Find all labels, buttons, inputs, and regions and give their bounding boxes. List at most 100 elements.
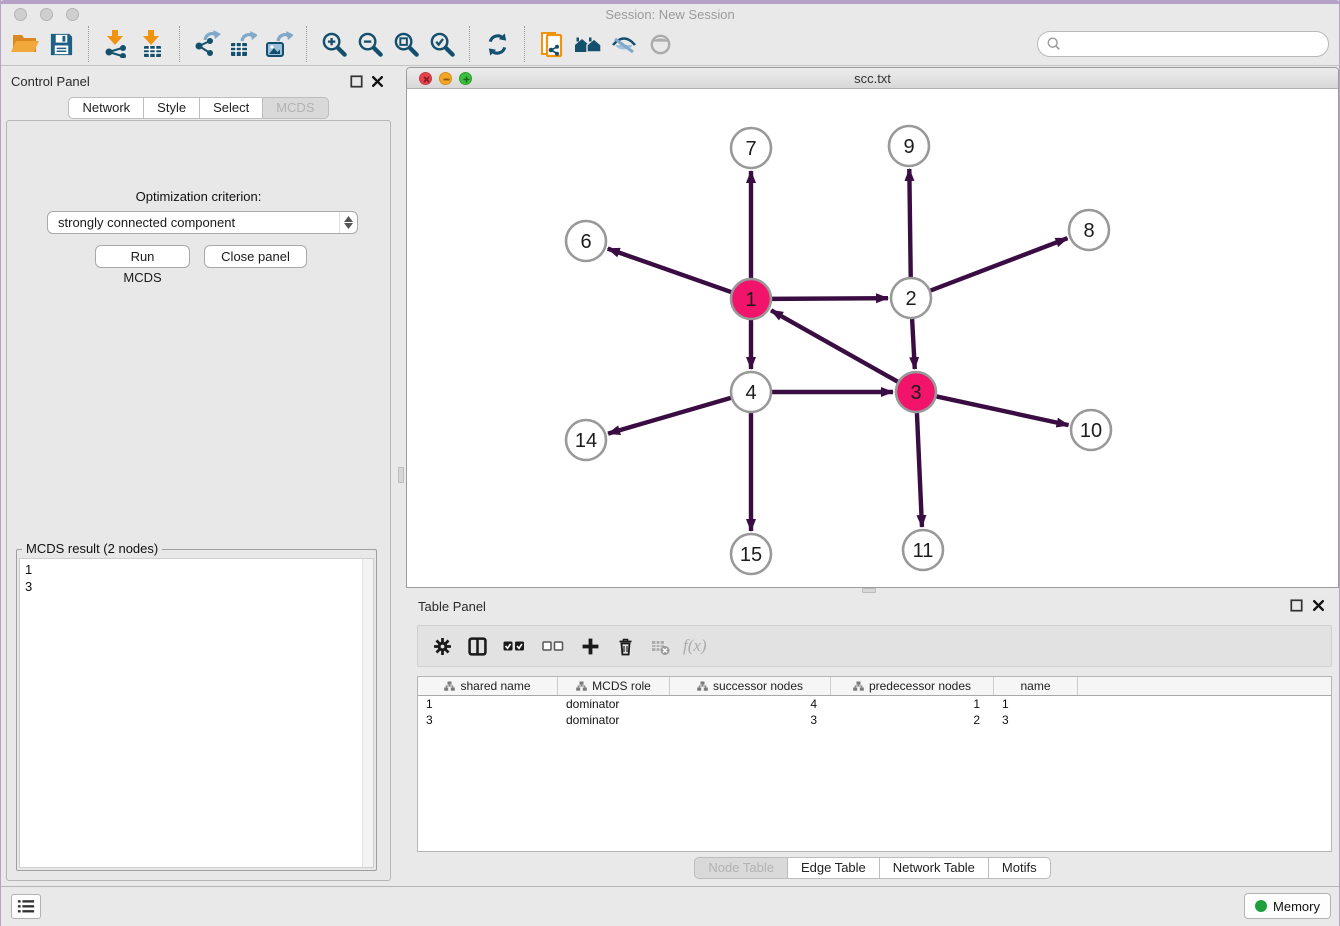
- table-cell[interactable]: dominator: [558, 712, 670, 728]
- graph-edge-2-8[interactable]: [931, 238, 1068, 290]
- graph-edge-3-11[interactable]: [917, 413, 922, 527]
- import-table-icon[interactable]: [134, 25, 170, 63]
- settings-gear-icon[interactable]: [428, 632, 456, 660]
- divider-grip[interactable]: [398, 467, 404, 483]
- toolbar-separator: [179, 26, 180, 62]
- select-all-columns-icon[interactable]: [498, 632, 530, 660]
- table-cell[interactable]: 3: [670, 712, 831, 728]
- save-session-icon[interactable]: [43, 25, 79, 63]
- control-panel: Control Panel NetworkStyleSelectMCDS Opt…: [1, 67, 396, 886]
- home-icon[interactable]: [570, 25, 606, 63]
- memory-button[interactable]: Memory: [1244, 893, 1331, 919]
- graph-edge-1-6[interactable]: [608, 249, 731, 292]
- export-network-icon[interactable]: [189, 25, 225, 63]
- graph-node-label: 11: [913, 540, 934, 562]
- tab-network[interactable]: Network: [68, 97, 144, 119]
- tab-network-table[interactable]: Network Table: [880, 857, 989, 879]
- column-header-name[interactable]: name: [994, 677, 1078, 695]
- zoom-fit-icon[interactable]: [388, 25, 424, 63]
- graph-node-15[interactable]: 15: [731, 534, 771, 574]
- task-history-button[interactable]: [11, 894, 41, 919]
- tab-select[interactable]: Select: [200, 97, 263, 119]
- graph-node-6[interactable]: 6: [566, 221, 606, 261]
- add-column-icon[interactable]: [576, 632, 604, 660]
- graph-edge-3-10[interactable]: [937, 396, 1069, 425]
- network-canvas[interactable]: 7 9 6 8 1 2 4 3 14 10 15 11: [407, 90, 1338, 587]
- table-cell[interactable]: 1: [418, 696, 558, 712]
- tab-style[interactable]: Style: [144, 97, 200, 119]
- open-session-icon[interactable]: [7, 25, 43, 63]
- float-panel-icon[interactable]: [1290, 599, 1303, 612]
- column-header-predecessor-nodes[interactable]: predecessor nodes: [831, 677, 994, 695]
- column-header-MCDS-role[interactable]: MCDS role: [558, 677, 670, 695]
- delete-column-icon[interactable]: [611, 632, 639, 660]
- search-icon: [1046, 36, 1062, 52]
- show-panels-eye-icon[interactable]: [642, 25, 678, 63]
- tab-mcds[interactable]: MCDS: [263, 97, 328, 119]
- refresh-view-icon[interactable]: [479, 25, 515, 63]
- column-header-shared-name[interactable]: shared name: [418, 677, 558, 695]
- graph-node-label: 6: [580, 231, 591, 253]
- delete-table-icon: [646, 632, 674, 660]
- column-header-successor-nodes[interactable]: successor nodes: [670, 677, 831, 695]
- graph-edge-2-3[interactable]: [912, 319, 915, 369]
- graph-node-2[interactable]: 2: [891, 278, 931, 318]
- mcds-result-area[interactable]: 1 3: [19, 558, 374, 868]
- graph-edge-4-14[interactable]: [608, 398, 731, 434]
- graph-node-3[interactable]: 3: [896, 372, 936, 412]
- result-scrollbar[interactable]: [362, 559, 373, 867]
- memory-button-label: Memory: [1273, 899, 1320, 914]
- table-cell[interactable]: dominator: [558, 696, 670, 712]
- graph-node-1[interactable]: 1: [731, 279, 771, 319]
- column-header-label: shared name: [460, 679, 530, 693]
- vertical-split-divider[interactable]: [396, 67, 406, 886]
- graph-node-label: 15: [740, 544, 762, 566]
- graph-node-9[interactable]: 9: [889, 126, 929, 166]
- tab-edge-table[interactable]: Edge Table: [788, 857, 880, 879]
- graph-edge-3-1[interactable]: [771, 310, 898, 381]
- table-row[interactable]: 1dominator411: [418, 696, 1331, 712]
- zoom-out-icon[interactable]: [352, 25, 388, 63]
- close-panel-icon[interactable]: [371, 75, 384, 88]
- graph-edge-2-9[interactable]: [909, 169, 910, 277]
- column-header-label: successor nodes: [713, 679, 803, 693]
- table-cell[interactable]: 1: [994, 696, 1078, 712]
- graph-node-10[interactable]: 10: [1071, 410, 1111, 450]
- float-panel-icon[interactable]: [350, 75, 363, 88]
- graph-node-14[interactable]: 14: [566, 420, 606, 460]
- mcds-result-title: MCDS result (2 nodes): [22, 541, 162, 556]
- graph-node-11[interactable]: 11: [903, 530, 943, 570]
- search-input[interactable]: [1062, 34, 1328, 54]
- tab-motifs[interactable]: Motifs: [989, 857, 1051, 879]
- main-toolbar: [1, 23, 1339, 66]
- table-cell[interactable]: 1: [831, 696, 994, 712]
- table-cell[interactable]: 3: [418, 712, 558, 728]
- tab-node-table[interactable]: Node Table: [694, 857, 788, 879]
- status-bar: Memory: [1, 886, 1339, 926]
- graph-edge-1-2[interactable]: [772, 298, 888, 299]
- network-graph[interactable]: 7 9 6 8 1 2 4 3 14 10 15 11: [407, 90, 1338, 587]
- run-mcds-button[interactable]: Run MCDS: [95, 245, 190, 268]
- zoom-selected-icon[interactable]: [424, 25, 460, 63]
- graph-node-7[interactable]: 7: [731, 128, 771, 168]
- export-image-icon[interactable]: [261, 25, 297, 63]
- table-cell[interactable]: 4: [670, 696, 831, 712]
- import-network-icon[interactable]: [98, 25, 134, 63]
- table-row[interactable]: 3dominator323: [418, 712, 1331, 728]
- close-panel-icon[interactable]: [1312, 599, 1325, 612]
- table-cell[interactable]: 3: [994, 712, 1078, 728]
- graph-node-8[interactable]: 8: [1069, 210, 1109, 250]
- deselect-all-columns-icon[interactable]: [537, 632, 569, 660]
- network-from-file-icon[interactable]: [534, 25, 570, 63]
- export-table-icon[interactable]: [225, 25, 261, 63]
- toolbar-separator: [306, 26, 307, 62]
- hide-panels-eye-icon[interactable]: [606, 25, 642, 63]
- show-columns-icon[interactable]: [463, 632, 491, 660]
- zoom-in-icon[interactable]: [316, 25, 352, 63]
- table-cell[interactable]: 2: [831, 712, 994, 728]
- close-panel-button[interactable]: Close panel: [204, 245, 307, 268]
- graph-node-4[interactable]: 4: [731, 372, 771, 412]
- criterion-select[interactable]: strongly connected component: [47, 211, 358, 234]
- search-box: [1037, 31, 1329, 57]
- function-builder-button: f(x): [681, 636, 707, 656]
